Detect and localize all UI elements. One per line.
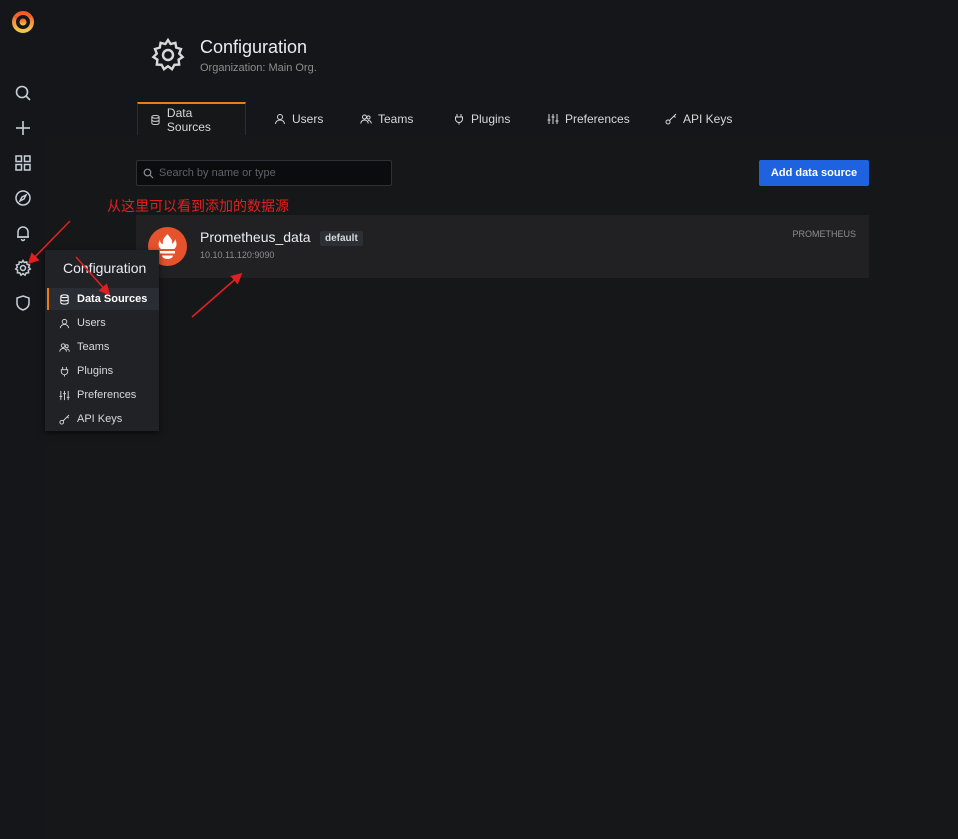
arrow-to-datasource [191,272,243,318]
dropdown-item-api-keys[interactable]: API Keys [47,408,159,430]
tab-label: Teams [378,111,414,126]
key-icon [59,414,70,425]
dropdown-item-users[interactable]: Users [47,312,159,334]
tab-label: Preferences [565,111,630,126]
search-icon[interactable] [13,83,33,103]
tab-users[interactable]: Users [262,102,335,135]
dropdown-item-data-sources[interactable]: Data Sources [47,288,159,310]
datasource-card[interactable]: Prometheus_data default 10.10.11.120:909… [136,215,869,278]
default-badge: default [320,231,363,246]
configuration-dropdown-menu: Configuration Data Sources Users Teams P… [45,250,159,431]
tab-preferences[interactable]: Preferences [535,102,642,135]
plus-icon[interactable] [13,118,33,138]
annotation-text: 从这里可以看到添加的数据源 [107,199,289,215]
datasource-type: PROMETHEUS [792,229,856,239]
search-icon [143,168,154,178]
grafana-logo[interactable] [10,8,36,34]
user-icon [59,318,70,328]
plug-icon [60,366,69,377]
dashboards-icon[interactable] [13,153,33,173]
add-data-source-button[interactable]: Add data source [759,160,869,186]
dropdown-header: Configuration [63,260,147,276]
gear-icon[interactable] [13,258,33,278]
bell-icon[interactable] [13,223,33,243]
tab-plugins[interactable]: Plugins [441,102,522,135]
datasource-name[interactable]: Prometheus_data [200,229,311,245]
users-icon [360,114,372,124]
database-icon [60,293,69,305]
shield-icon[interactable] [13,293,33,313]
page-subtitle: Organization: Main Org. [200,62,317,74]
gear-icon [151,37,185,71]
sidebar [0,0,47,839]
sliders-icon [547,113,559,124]
explore-icon[interactable] [13,188,33,208]
plug-icon [455,113,463,124]
search-field[interactable] [136,160,392,186]
key-icon [665,113,677,124]
dropdown-item-label: Data Sources [77,293,148,305]
tab-data-sources[interactable]: Data Sources [137,102,246,135]
tab-api-keys[interactable]: API Keys [653,102,744,135]
search-input[interactable] [159,167,379,179]
page-title: Configuration [200,37,308,57]
tab-label: API Keys [683,111,733,126]
sliders-icon [59,390,70,400]
dropdown-item-label: Plugins [77,365,114,377]
dropdown-item-label: API Keys [77,413,123,425]
tab-label: Data Sources [166,105,211,134]
datasource-url: 10.10.11.120:9090 [200,250,275,260]
user-icon [275,113,285,124]
dropdown-item-teams[interactable]: Teams [47,336,159,358]
dropdown-item-plugins[interactable]: Plugins [47,360,159,382]
dropdown-item-label: Users [77,317,106,329]
dropdown-item-preferences[interactable]: Preferences [47,384,159,406]
dropdown-item-label: Preferences [77,389,137,401]
tab-label: Users [292,111,324,126]
users-icon [59,342,70,352]
tab-teams[interactable]: Teams [348,102,425,135]
database-icon [151,114,160,125]
dropdown-item-label: Teams [77,341,110,353]
tab-label: Plugins [471,111,511,126]
